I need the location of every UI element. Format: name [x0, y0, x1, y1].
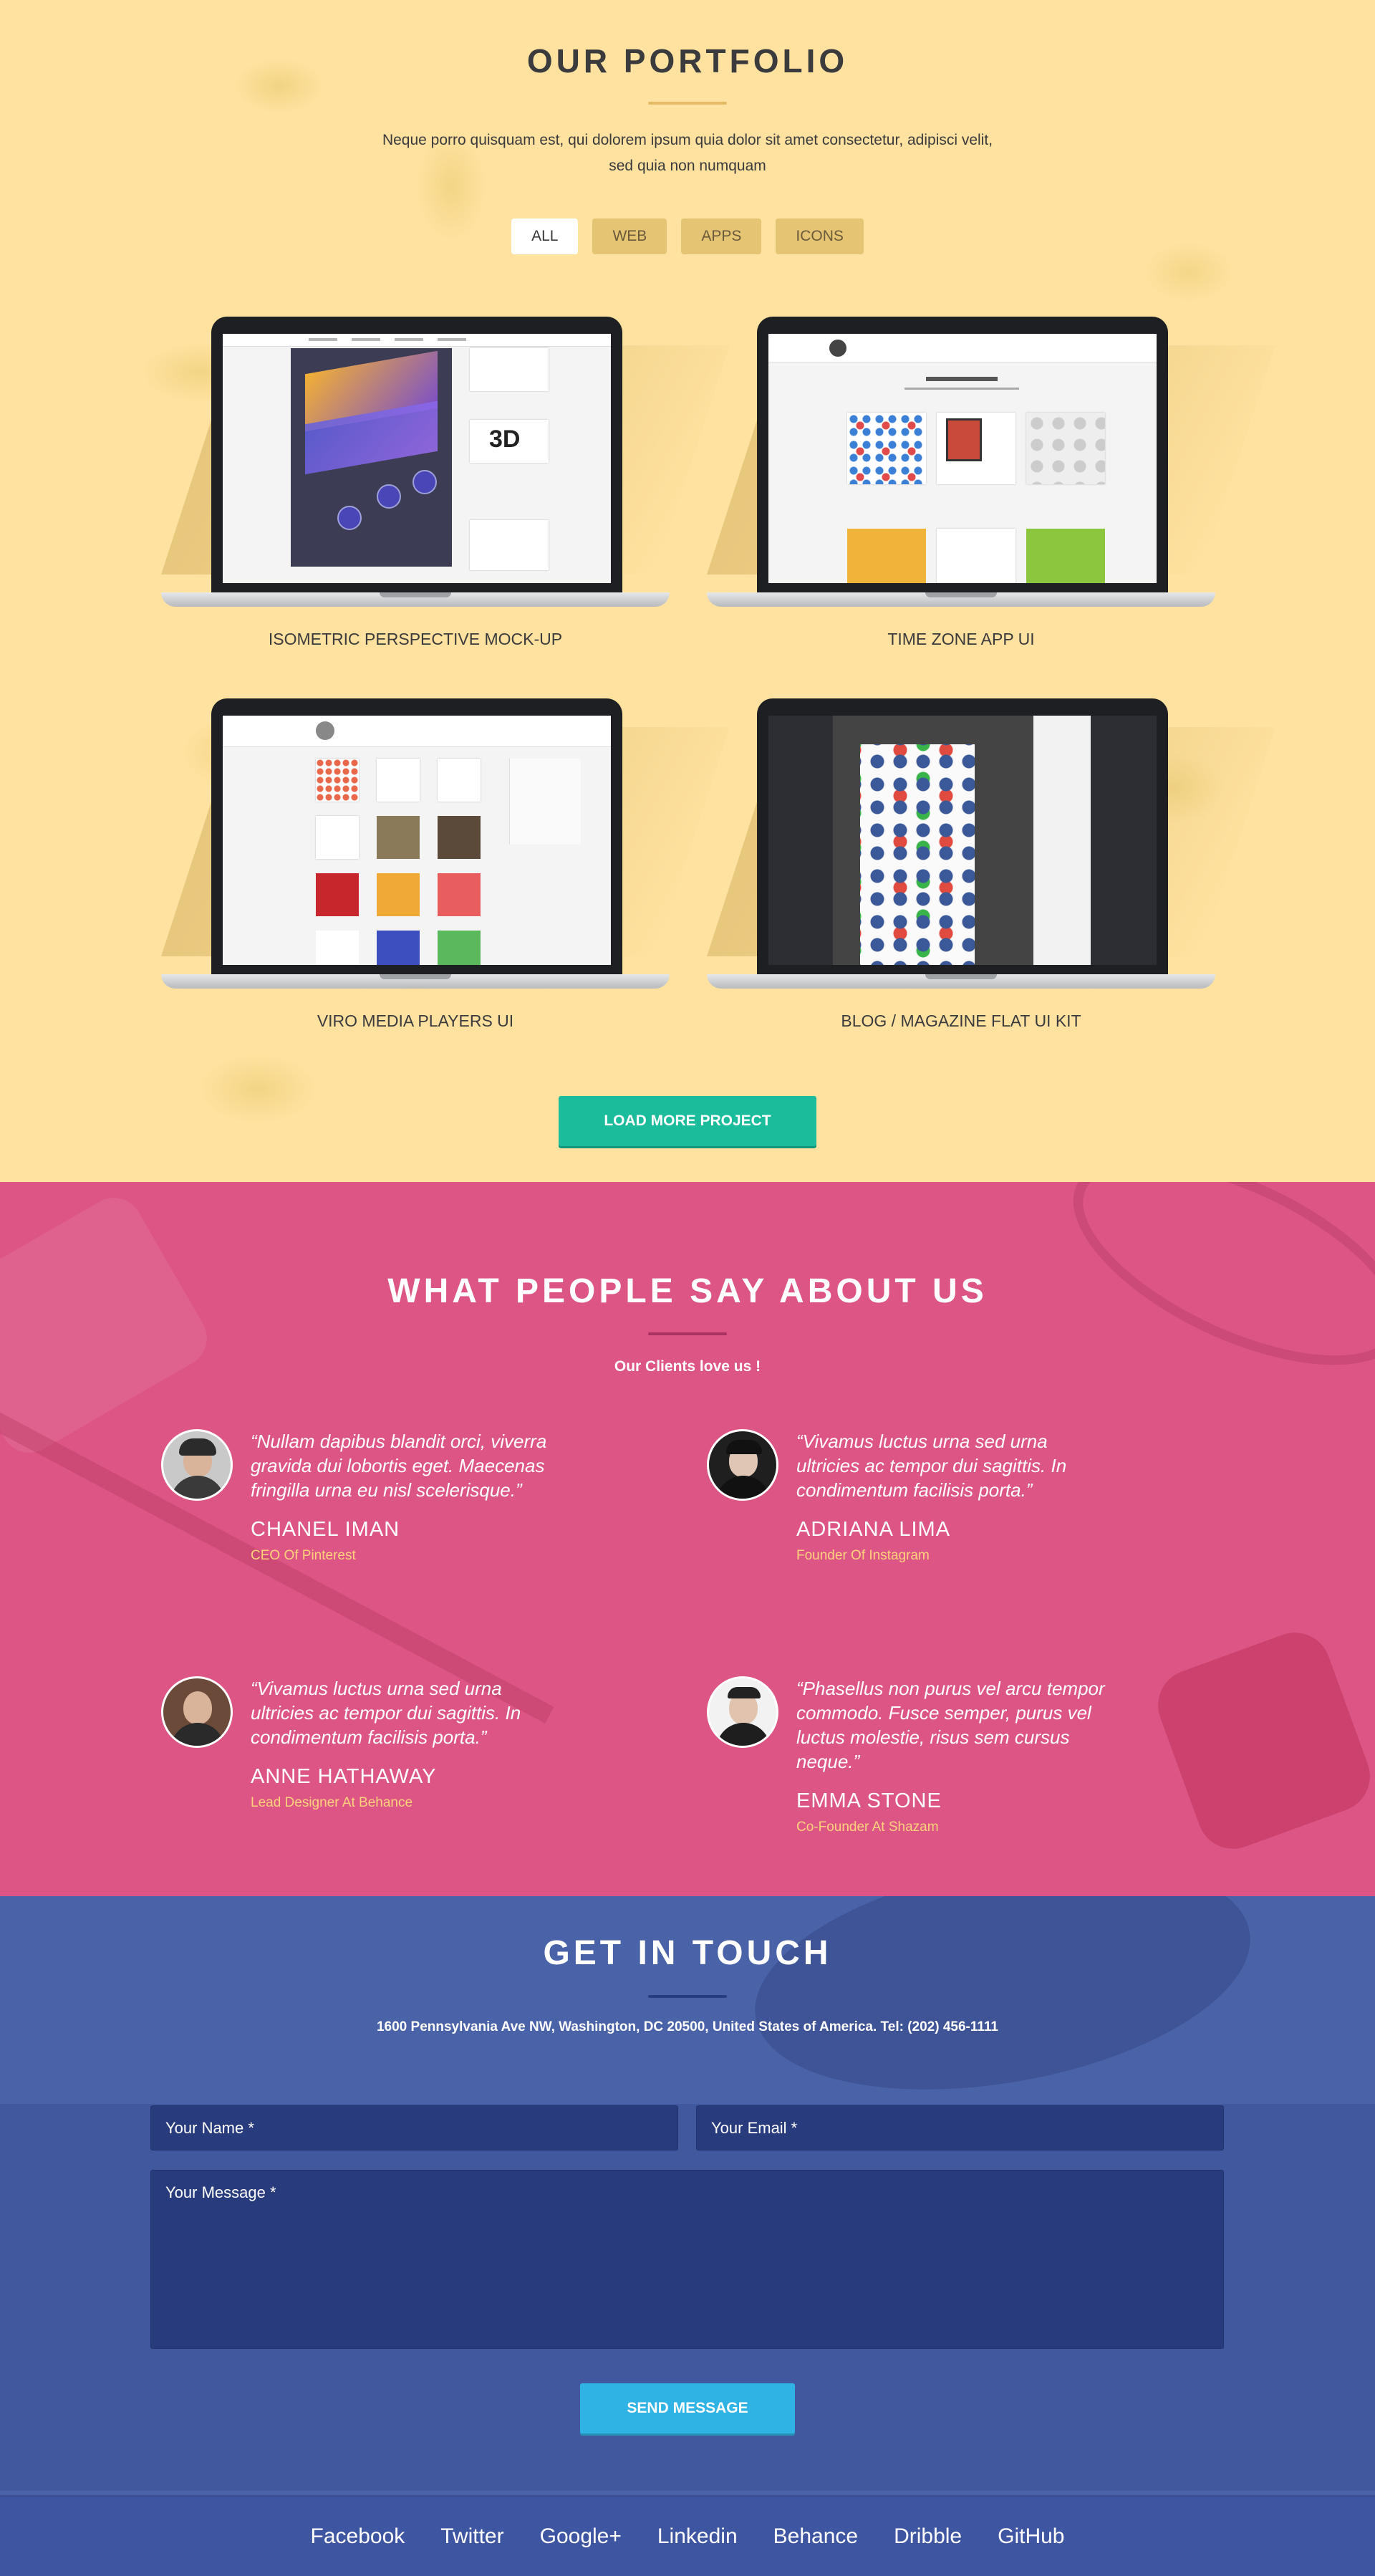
laptop-mockup [707, 698, 1275, 989]
testimonial-name: CHANEL IMAN [251, 1518, 400, 1541]
google-plus-link[interactable]: Google+ [540, 2524, 622, 2549]
dribble-link[interactable]: Dribble [894, 2524, 962, 2549]
email-field[interactable] [696, 2105, 1224, 2150]
testimonial-name: ADRIANA LIMA [796, 1518, 951, 1541]
github-link[interactable]: GitHub [998, 2524, 1064, 2549]
avatar [161, 1676, 233, 1748]
testimonial-name: ANNE HATHAWAY [251, 1765, 437, 1788]
testimonials-title: WHAT PEOPLE SAY ABOUT US [387, 1272, 988, 1310]
testimonial-quote: “Vivamus luctus urna sed urna ultricies … [796, 1431, 1067, 1501]
avatar [707, 1676, 778, 1748]
portfolio-item-caption: BLOG / MAGAZINE FLAT UI KIT [841, 1011, 1081, 1030]
portfolio-item-caption: ISOMETRIC PERSPECTIVE MOCK-UP [268, 630, 563, 648]
testimonial-role: CEO Of Pinterest [251, 1548, 356, 1563]
facebook-link[interactable]: Facebook [311, 2524, 405, 2549]
twitter-link[interactable]: Twitter [440, 2524, 503, 2549]
testimonial-name: EMMA STONE [796, 1789, 942, 1812]
testimonial-role: Lead Designer At Behance [251, 1795, 413, 1810]
avatar [161, 1429, 233, 1501]
avatar [707, 1429, 778, 1501]
behance-link[interactable]: Behance [773, 2524, 858, 2549]
contact-section: GET IN TOUCH 1600 Pennsylvania Ave NW, W… [0, 1896, 1375, 2495]
portfolio-item-caption: TIME ZONE APP UI [887, 630, 1035, 648]
laptop-mockup [161, 698, 730, 989]
project-screenshot [768, 716, 1157, 965]
project-screenshot [223, 716, 611, 965]
send-message-button[interactable]: SEND MESSAGE [580, 2383, 795, 2433]
filter-icons-button[interactable]: ICONS [776, 218, 864, 254]
filter-web-button[interactable]: WEB [592, 218, 667, 254]
filter-all-button[interactable]: ALL [511, 218, 579, 254]
laptop-mockup [707, 317, 1275, 607]
laptop-mockup: 3D [161, 317, 730, 607]
project-screenshot [768, 334, 1157, 583]
filter-apps-button[interactable]: APPS [681, 218, 762, 254]
testimonial-quote: “Nullam dapibus blandit orci, viverra gr… [251, 1431, 547, 1501]
intro-line-2: sed quia non numquam [609, 158, 766, 174]
footer: Facebook Twitter Google+ Linkedin Behanc… [0, 2495, 1375, 2576]
portfolio-item-caption: VIRO MEDIA PLAYERS UI [317, 1011, 514, 1030]
testimonial-quote: “Vivamus luctus urna sed urna ultricies … [251, 1678, 521, 1748]
message-field[interactable] [150, 2170, 1224, 2349]
name-field[interactable] [150, 2105, 678, 2150]
portfolio-section: OUR PORTFOLIO Neque porro quisquam est, … [0, 0, 1375, 1182]
portfolio-filters: ALL WEB APPS ICONS [0, 218, 1375, 254]
linkedin-link[interactable]: Linkedin [657, 2524, 738, 2549]
testimonials-section: WHAT PEOPLE SAY ABOUT US Our Clients lov… [0, 1182, 1375, 1896]
intro-line-1: Neque porro quisquam est, qui dolorem ip… [382, 132, 993, 148]
load-more-button[interactable]: LOAD MORE PROJECT [559, 1096, 816, 1146]
portfolio-intro: Neque porro quisquam est, qui dolorem ip… [365, 128, 1010, 179]
social-links: Facebook Twitter Google+ Linkedin Behanc… [0, 2524, 1375, 2549]
testimonials-subtitle: Our Clients love us ! [614, 1358, 761, 1375]
project-screenshot: 3D [223, 334, 611, 583]
testimonial-role: Founder Of Instagram [796, 1548, 930, 1563]
title-underline [648, 1332, 727, 1335]
portfolio-title: OUR PORTFOLIO [526, 42, 849, 80]
contact-address: 1600 Pennsylvania Ave NW, Washington, DC… [376, 2019, 998, 2034]
testimonial-quote: “Phasellus non purus vel arcu tempor com… [796, 1678, 1105, 1772]
contact-title: GET IN TOUCH [543, 1934, 832, 1972]
title-underline [648, 1995, 727, 1998]
testimonial-role: Co-Founder At Shazam [796, 1820, 939, 1835]
title-underline [648, 102, 727, 105]
